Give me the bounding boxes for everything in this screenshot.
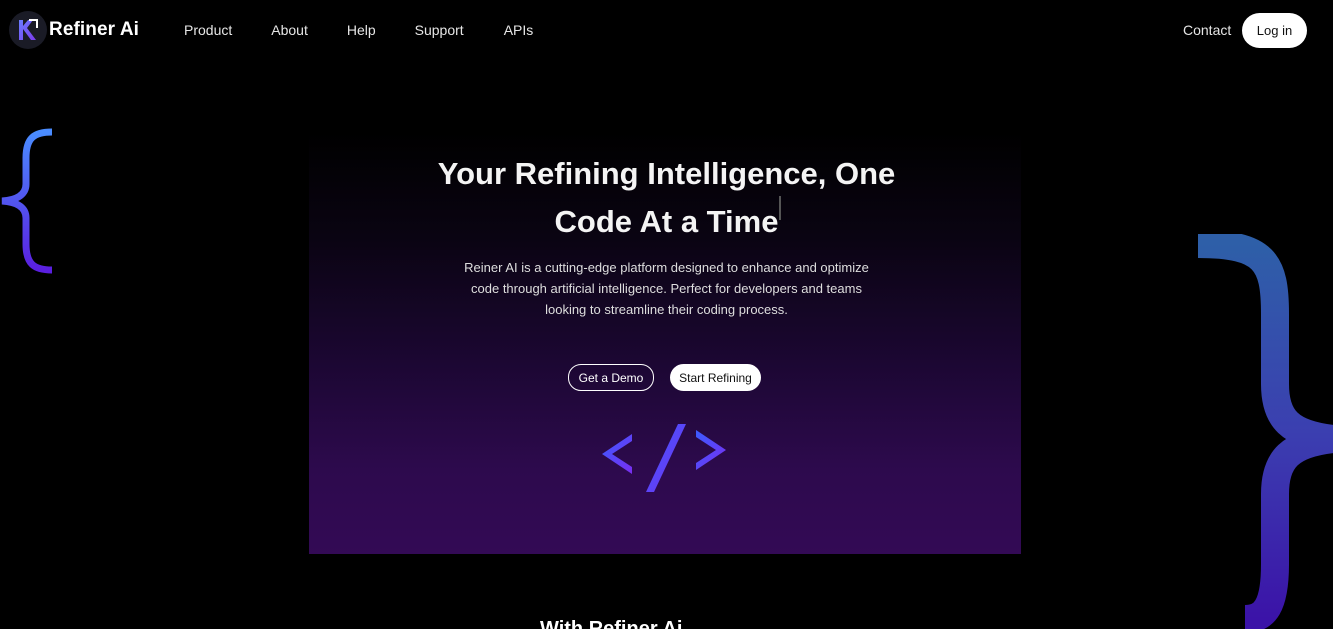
code-tag-icon xyxy=(602,424,726,492)
nav-link-contact[interactable]: Contact xyxy=(1183,22,1231,38)
next-section-title: With Refiner Ai xyxy=(540,618,683,629)
nav-link-about[interactable]: About xyxy=(271,22,308,38)
hero-title: Your Refining Intelligence, One Code At … xyxy=(437,156,896,239)
left-brace-icon xyxy=(1,128,53,274)
landing-page: Refiner Ai Product About Help Support AP… xyxy=(0,0,1333,629)
right-brace-icon xyxy=(1197,234,1333,629)
brand-name: Refiner Ai xyxy=(49,19,140,40)
nav-link-help[interactable]: Help xyxy=(347,22,376,38)
nav-links: Product About Help Support APIs xyxy=(184,22,533,38)
nav-link-support[interactable]: Support xyxy=(415,22,464,38)
text-caret xyxy=(779,196,781,220)
hero-description: Reiner AI is a cutting-edge platform des… xyxy=(464,260,869,317)
top-nav: Refiner Ai Product About Help Support AP… xyxy=(0,0,1333,62)
get-demo-button[interactable]: Get a Demo xyxy=(568,364,654,391)
login-button[interactable]: Log in xyxy=(1242,13,1307,48)
refiner-logo-icon xyxy=(9,11,47,49)
nav-link-apis[interactable]: APIs xyxy=(504,22,534,38)
brand-logo[interactable]: Refiner Ai xyxy=(9,11,139,49)
start-refining-button[interactable]: Start Refining xyxy=(670,364,761,391)
nav-link-product[interactable]: Product xyxy=(184,22,232,38)
